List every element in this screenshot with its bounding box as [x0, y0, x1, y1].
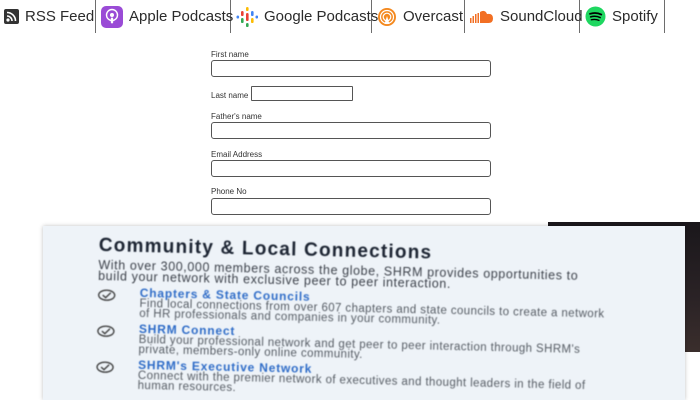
last-name-input[interactable] [251, 86, 353, 101]
fathers-name-input[interactable] [211, 122, 491, 139]
overcast-label: Overcast [403, 8, 464, 25]
apple-podcasts-link[interactable]: Apple Podcasts [96, 0, 234, 33]
phone-label: Phone No [211, 187, 247, 196]
left-edge-panel [0, 225, 45, 400]
rss-icon [4, 9, 19, 24]
rss-feed-label: RSS Feed [25, 8, 95, 25]
last-name-label: Last name [211, 91, 249, 100]
soundcloud-icon [470, 9, 494, 25]
spotify-link[interactable]: Spotify [580, 0, 665, 33]
phone-input[interactable] [211, 198, 491, 215]
community-info-card: Community & Local Connections With over … [43, 226, 685, 400]
google-podcasts-link[interactable]: Google Podcasts [231, 0, 378, 33]
overcast-link[interactable]: Overcast [372, 0, 465, 33]
check-circle-icon [97, 324, 115, 337]
spotify-label: Spotify [612, 8, 658, 25]
first-name-label: First name [211, 50, 249, 59]
check-circle-icon [98, 288, 116, 301]
google-podcasts-icon [236, 6, 258, 28]
first-name-input[interactable] [211, 60, 491, 77]
check-circle-icon [96, 360, 114, 373]
overcast-icon [377, 7, 397, 27]
podcast-subscribe-bar: RSS Feed Apple Podcasts Google Podcasts … [0, 0, 700, 33]
spotify-icon [585, 6, 606, 27]
soundcloud-label: SoundCloud [500, 8, 583, 25]
google-podcasts-label: Google Podcasts [264, 8, 379, 25]
soundcloud-link[interactable]: SoundCloud [465, 0, 583, 33]
apple-podcasts-icon [101, 5, 123, 28]
rss-feed-link[interactable]: RSS Feed [0, 0, 96, 33]
email-input[interactable] [211, 160, 491, 177]
email-label: Email Address [211, 150, 263, 159]
community-card-content: Community & Local Connections With over … [96, 235, 619, 400]
community-list-item: SHRM's Executive Network Connect with th… [96, 358, 617, 400]
apple-podcasts-label: Apple Podcasts [129, 8, 234, 25]
fathers-name-label: Father's name [211, 112, 262, 121]
